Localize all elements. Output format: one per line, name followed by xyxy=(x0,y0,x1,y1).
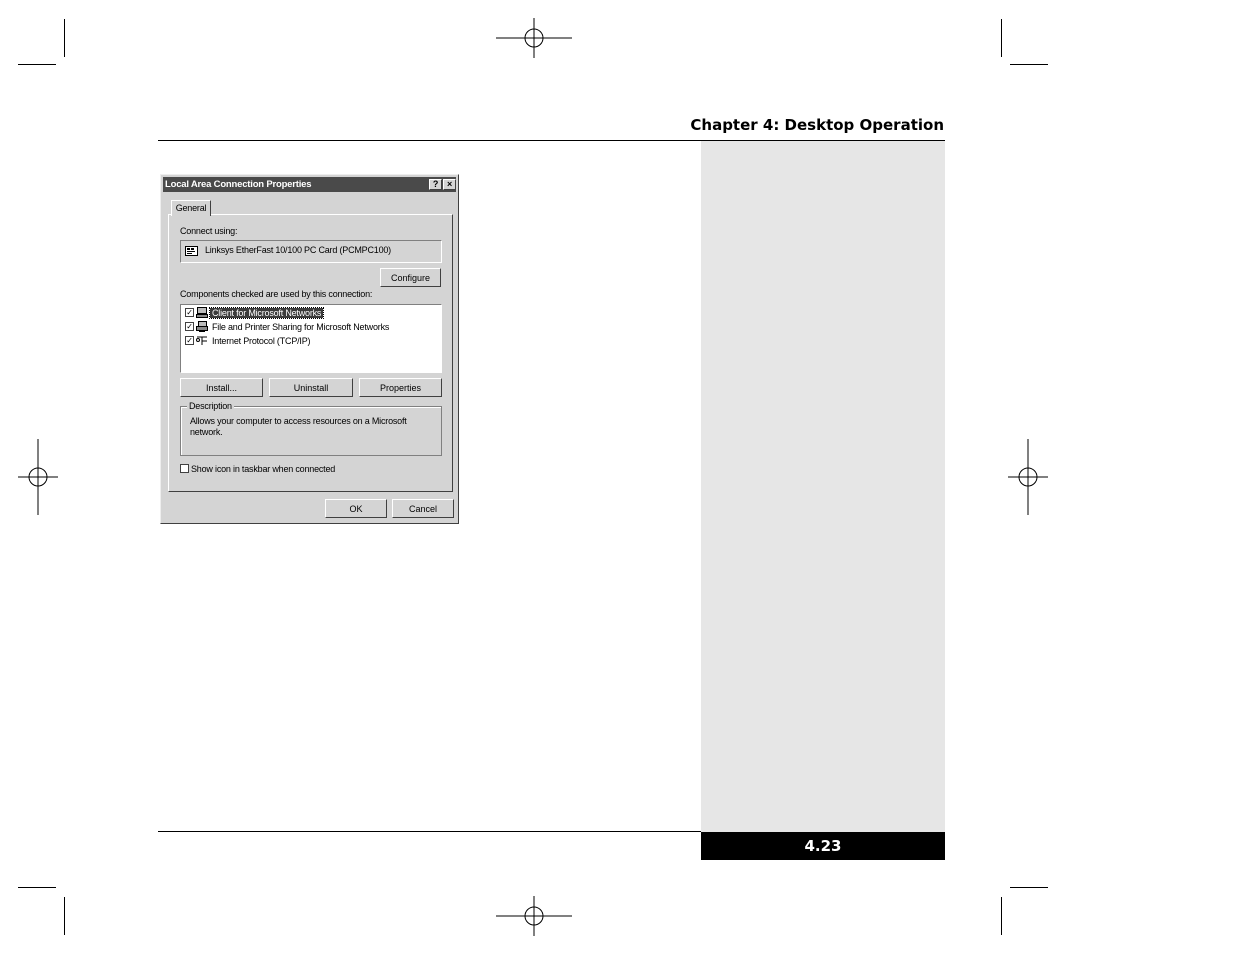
tab-general[interactable]: General xyxy=(171,200,211,216)
close-button[interactable]: × xyxy=(443,179,456,190)
check-icon: ✓ xyxy=(186,336,193,345)
help-icon: ? xyxy=(432,179,439,189)
component-label: Client for Microsoft Networks xyxy=(208,306,325,319)
connect-using-label: Connect using: xyxy=(180,226,238,236)
show-icon-option[interactable]: Show icon in taskbar when connected xyxy=(180,462,335,475)
crop-mark xyxy=(18,64,56,65)
properties-dialog: Local Area Connection Properties ? × Gen… xyxy=(160,174,459,524)
configure-button-label: Configure xyxy=(390,272,431,283)
protocol-icon xyxy=(196,336,207,345)
help-button[interactable]: ? xyxy=(429,179,442,190)
network-card-icon xyxy=(185,246,198,256)
components-list[interactable]: ✓ Client for Microsoft Networks ✓ File a… xyxy=(180,304,442,373)
check-icon: ✓ xyxy=(186,322,193,331)
check-icon: ✓ xyxy=(186,308,193,317)
component-label: Internet Protocol (TCP/IP) xyxy=(212,335,311,346)
dialog-titlebar[interactable]: Local Area Connection Properties ? × xyxy=(163,177,456,192)
list-item[interactable]: ✓ Client for Microsoft Networks xyxy=(185,306,325,319)
page-number: 4.23 xyxy=(804,837,842,855)
chapter-title: Chapter 4: Desktop Operation xyxy=(690,116,944,134)
crop-mark xyxy=(1001,19,1002,57)
registration-mark xyxy=(18,439,58,515)
crop-mark xyxy=(1001,897,1002,935)
description-text: Allows your computer to access resources… xyxy=(190,416,407,437)
close-icon: × xyxy=(446,179,453,189)
page-number-box: 4.23 xyxy=(701,832,945,860)
description-legend: Description xyxy=(187,401,234,411)
crop-mark xyxy=(64,897,65,935)
cancel-button-label: Cancel xyxy=(408,503,437,514)
description-group: Description Allows your computer to acce… xyxy=(180,401,442,456)
component-checkbox[interactable]: ✓ xyxy=(185,308,194,317)
uninstall-button-label: Uninstall xyxy=(293,382,329,393)
footer-rule xyxy=(158,831,701,832)
registration-mark xyxy=(1008,439,1048,515)
list-item[interactable]: ✓ File and Printer Sharing for Microsoft… xyxy=(185,320,391,333)
component-checkbox[interactable]: ✓ xyxy=(185,322,194,331)
crop-mark xyxy=(1010,64,1048,65)
component-checkbox[interactable]: ✓ xyxy=(185,336,194,345)
sidebar-panel xyxy=(701,141,945,832)
show-icon-label: Show icon in taskbar when connected xyxy=(191,463,336,474)
properties-button[interactable]: Properties xyxy=(359,378,442,397)
network-client-icon xyxy=(196,307,208,318)
ok-button[interactable]: OK xyxy=(325,499,387,518)
adapter-name: Linksys EtherFast 10/100 PC Card (PCMPC1… xyxy=(205,245,391,255)
crop-mark xyxy=(64,19,65,57)
registration-mark xyxy=(496,18,572,58)
ok-button-label: OK xyxy=(349,503,363,514)
list-item[interactable]: ✓ Internet Protocol (TCP/IP) xyxy=(185,334,312,347)
cancel-button[interactable]: Cancel xyxy=(392,499,454,518)
show-icon-checkbox[interactable] xyxy=(180,464,189,473)
component-label: File and Printer Sharing for Microsoft N… xyxy=(212,321,390,332)
registration-mark xyxy=(496,896,572,936)
file-printer-sharing-icon xyxy=(196,321,208,332)
uninstall-button[interactable]: Uninstall xyxy=(269,378,353,397)
properties-button-label: Properties xyxy=(379,382,422,393)
configure-button[interactable]: Configure xyxy=(380,268,441,287)
install-button[interactable]: Install... xyxy=(180,378,263,397)
crop-mark xyxy=(18,887,56,888)
dialog-title: Local Area Connection Properties xyxy=(165,179,312,190)
crop-mark xyxy=(1010,887,1048,888)
components-label: Components checked are used by this conn… xyxy=(180,289,373,299)
install-button-label: Install... xyxy=(205,382,237,393)
adapter-field: Linksys EtherFast 10/100 PC Card (PCMPC1… xyxy=(180,240,442,263)
